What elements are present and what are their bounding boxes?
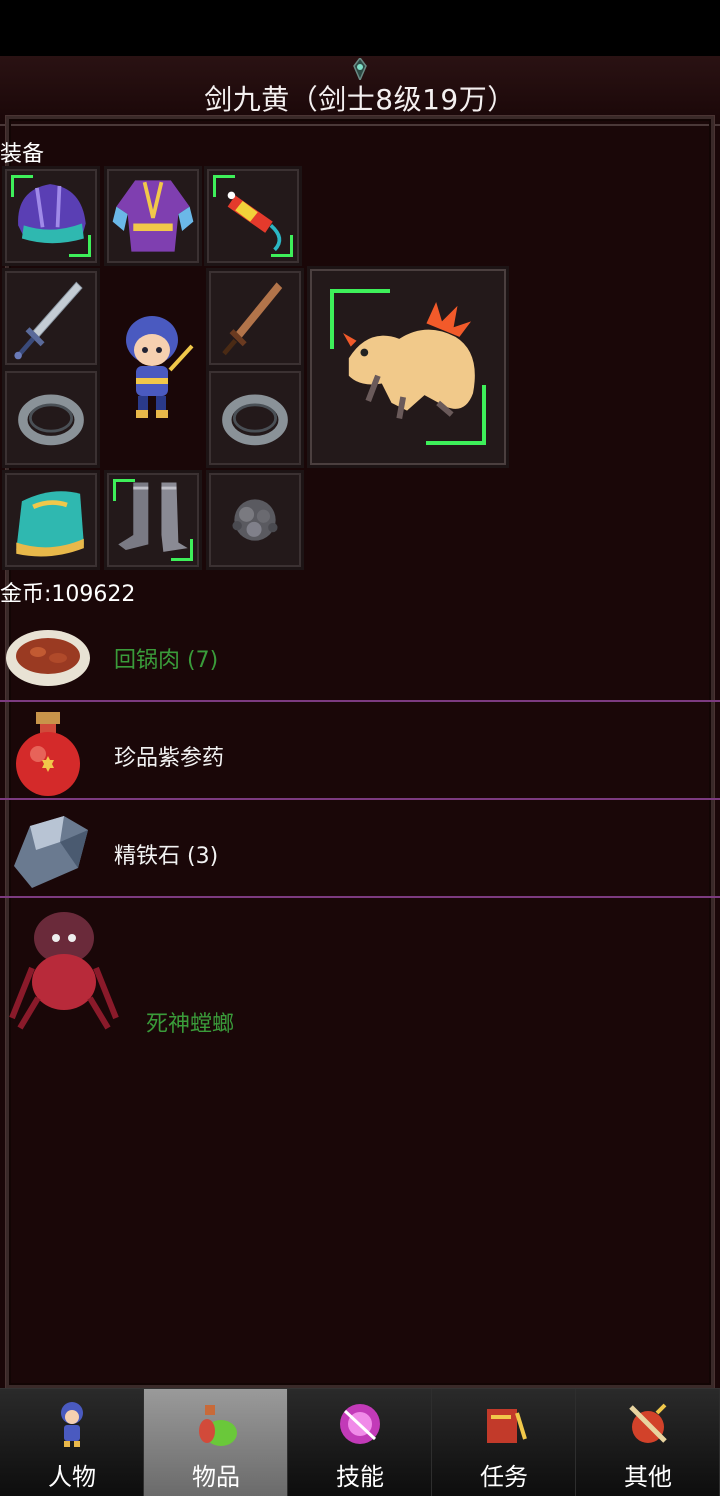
rare-corner — [69, 235, 91, 257]
rare-corner — [213, 175, 235, 197]
weapon-slot[interactable] — [2, 268, 100, 368]
rare-corner — [426, 385, 486, 445]
pet-slot[interactable] — [307, 266, 509, 468]
amulet-slot[interactable] — [204, 166, 302, 266]
rare-corner — [113, 479, 135, 501]
tab-label: 技能 — [336, 1463, 384, 1491]
bracer-slot[interactable] — [2, 470, 100, 570]
robe-icon — [112, 180, 194, 252]
ring-icon — [222, 394, 288, 446]
character-icon — [61, 1402, 83, 1447]
ring-slot-right[interactable] — [206, 368, 304, 468]
armor-slot[interactable] — [104, 166, 202, 266]
ring-slot-left[interactable] — [2, 368, 100, 468]
potion-bag-icon — [199, 1405, 237, 1446]
trinket-slot[interactable] — [206, 470, 304, 570]
equipment-label: 装备 — [0, 142, 45, 167]
ring-icon — [18, 394, 84, 446]
helmet-slot[interactable] — [2, 166, 100, 266]
inventory-panel: 剑九黄（剑士8级19万） 装备 金币:109622 回锅肉 (7) 珍品紫参药 … — [0, 56, 720, 1388]
tab-label: 人物 — [48, 1463, 96, 1491]
tab-label: 其他 — [624, 1463, 672, 1491]
rare-corner — [271, 235, 293, 257]
character-avatar-cell — [102, 266, 206, 466]
quest-icon — [487, 1409, 527, 1443]
ore-icon — [232, 499, 278, 541]
offhand-slot[interactable] — [206, 268, 304, 368]
tab-character[interactable]: 人物 — [0, 1389, 144, 1496]
wooden-sword-icon — [222, 282, 283, 356]
inventory-item[interactable]: 死神螳螂 — [0, 898, 720, 1037]
inventory-item[interactable]: 精铁石 (3) — [0, 800, 720, 898]
bottom-tab-bar: 人物 物品 技能 任务 其他 — [0, 1388, 720, 1496]
tab-label: 任务 — [480, 1463, 528, 1491]
status-bar — [0, 0, 720, 56]
boots-slot[interactable] — [104, 470, 202, 570]
item-label: 精铁石 (3) — [114, 844, 219, 869]
tab-label: 物品 — [192, 1463, 240, 1491]
title-ornament-icon — [353, 58, 367, 80]
item-label: 死神螳螂 — [146, 1012, 235, 1037]
sword-icon — [14, 281, 83, 360]
item-label: 珍品紫参药 — [114, 746, 225, 771]
item-label: 回锅肉 (7) — [114, 648, 219, 673]
other-icon — [629, 1403, 667, 1443]
meat-dish-icon — [6, 630, 90, 686]
rare-corner — [171, 539, 193, 561]
tab-skills[interactable]: 技能 — [288, 1389, 432, 1496]
tab-other[interactable]: 其他 — [576, 1389, 720, 1496]
rare-corner — [11, 175, 33, 197]
skill-orb-icon — [340, 1404, 380, 1444]
character-avatar — [126, 316, 194, 418]
red-potion-icon — [16, 712, 80, 796]
bracer-icon — [16, 491, 84, 557]
mantis-icon — [9, 912, 119, 1030]
title-band: 剑九黄（剑士8级19万） — [0, 56, 720, 126]
tab-items[interactable]: 物品 — [144, 1389, 288, 1496]
page-title: 剑九黄（剑士8级19万） — [204, 83, 516, 116]
iron-stone-icon — [14, 816, 88, 888]
inventory-item[interactable]: 回锅肉 (7) — [0, 604, 720, 702]
inventory-item[interactable]: 珍品紫参药 — [0, 702, 720, 800]
rare-corner — [330, 289, 390, 349]
tab-quests[interactable]: 任务 — [432, 1389, 576, 1496]
